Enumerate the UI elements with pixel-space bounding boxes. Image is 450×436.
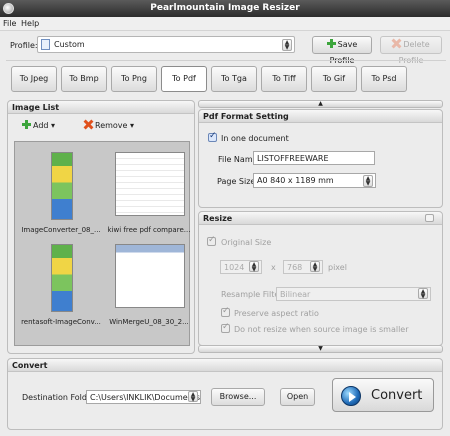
chevron-down-icon: ▼	[318, 345, 323, 352]
unit-select[interactable]: pixel	[328, 263, 347, 272]
format-png-button[interactable]: To Png	[111, 66, 157, 92]
list-item[interactable]: rentasoft-ImageConv...	[17, 240, 101, 332]
plus-icon	[326, 39, 336, 48]
list-item[interactable]: WinMergeU_08_30_2...	[105, 240, 189, 332]
page-size-value: A0 840 x 1189 mm	[257, 176, 334, 185]
profile-value: Custom	[54, 40, 85, 49]
width-value: 1024	[224, 263, 245, 272]
delete-icon	[392, 39, 401, 48]
times-label: x	[271, 263, 276, 272]
height-input[interactable]: 768 ▲ ▼	[283, 260, 323, 274]
remove-label: Remove	[95, 121, 128, 130]
format-jpeg-button[interactable]: To Jpeg	[11, 66, 57, 92]
convert-icon	[341, 386, 361, 406]
preserve-aspect-checkbox[interactable]	[221, 306, 230, 317]
collapse-down-handle[interactable]: ▼	[198, 345, 443, 353]
image-thumbnail	[115, 152, 185, 216]
remove-icon	[84, 120, 93, 129]
page-size-label: Page Size:	[217, 177, 259, 186]
one-document-label: In one document	[221, 134, 289, 143]
profile-label: Profile:	[10, 41, 38, 50]
menu-bar: File Help	[0, 17, 450, 31]
image-thumbnail-grid[interactable]: ImageConverter_08_... kiwi free pdf comp…	[14, 141, 190, 346]
convert-label: Convert	[371, 388, 423, 403]
list-item[interactable]: ImageConverter_08_...	[17, 148, 101, 240]
chevron-up-icon: ▲	[318, 100, 323, 107]
image-list-title: Image List	[8, 101, 194, 114]
width-input[interactable]: 1024 ▲ ▼	[220, 260, 262, 274]
chevron-down-icon: ▾	[51, 121, 56, 130]
original-size-label: Original Size	[221, 238, 272, 247]
resample-select[interactable]: Bilinear ▲ ▼	[276, 287, 431, 301]
destination-folder-select[interactable]: C:\Users\INKLIK\Documents ▲ ▼	[86, 390, 201, 404]
destination-folder-value: C:\Users\INKLIK\Documents	[90, 393, 201, 402]
image-caption: ImageConverter_08_...	[21, 226, 101, 234]
no-small-resize-label: Do not resize when source image is small…	[234, 325, 409, 334]
image-caption: rentasoft-ImageConv...	[21, 318, 101, 326]
preserve-aspect-label: Preserve aspect ratio	[234, 309, 319, 318]
format-pdf-button[interactable]: To Pdf	[161, 66, 207, 92]
spinner-arrows-icon: ▲ ▼	[282, 39, 292, 51]
save-profile-button[interactable]: Save Profile	[312, 36, 372, 65]
window-title: Pearlmountain Image Resizer	[150, 3, 300, 13]
spinner-arrows-icon: ▲ ▼	[249, 261, 259, 273]
add-label: Add	[33, 121, 49, 130]
plus-icon	[22, 120, 31, 129]
menu-help[interactable]: Help	[21, 19, 39, 28]
format-tga-button[interactable]: To Tga	[211, 66, 257, 92]
menu-file[interactable]: File	[3, 19, 16, 28]
delete-profile-button[interactable]: Delete Profile	[380, 36, 442, 65]
spinner-arrows-icon: ▲ ▼	[188, 391, 198, 403]
resize-title: Resize	[199, 212, 442, 225]
format-toolbar: To Jpeg To Bmp To Png To Pdf To Tga To T…	[6, 60, 446, 92]
convert-button[interactable]: Convert	[332, 378, 434, 412]
open-button[interactable]: Open	[280, 388, 315, 406]
add-button[interactable]: Add ▾	[22, 120, 72, 134]
title-bar: Pearlmountain Image Resizer	[0, 0, 450, 17]
resample-value: Bilinear	[280, 290, 311, 299]
image-caption: kiwi free pdf compare...	[107, 226, 191, 234]
pdf-settings-title: Pdf Format Setting	[199, 110, 442, 123]
one-document-checkbox[interactable]	[208, 131, 217, 142]
spinner-arrows-icon: ▲ ▼	[418, 288, 428, 300]
file-name-input[interactable]: LISTOFFREEWARE	[253, 151, 375, 165]
no-small-resize-checkbox[interactable]	[221, 322, 230, 333]
browse-button[interactable]: Browse...	[211, 388, 265, 406]
document-icon	[41, 39, 50, 50]
profile-select[interactable]: Custom ▲ ▼	[37, 36, 295, 53]
height-value: 768	[287, 263, 303, 272]
image-thumbnail	[115, 244, 185, 308]
format-psd-button[interactable]: To Psd	[361, 66, 407, 92]
format-tiff-button[interactable]: To Tiff	[261, 66, 307, 92]
spinner-arrows-icon: ▲ ▼	[310, 261, 320, 273]
image-thumbnail	[51, 152, 73, 220]
convert-title: Convert	[8, 359, 442, 372]
remove-button[interactable]: Remove ▾	[84, 120, 144, 134]
format-gif-button[interactable]: To Gif	[311, 66, 357, 92]
image-caption: WinMergeU_08_30_2...	[109, 318, 189, 326]
original-size-checkbox[interactable]	[207, 235, 216, 246]
page-size-select[interactable]: A0 840 x 1189 mm ▲ ▼	[253, 173, 376, 188]
list-item[interactable]: kiwi free pdf compare...	[105, 148, 190, 240]
image-thumbnail	[51, 244, 73, 312]
spinner-arrows-icon: ▲ ▼	[363, 175, 373, 187]
collapse-section-icon[interactable]	[425, 214, 434, 222]
collapse-up-handle[interactable]: ▲	[198, 100, 443, 108]
chevron-down-icon: ▾	[130, 121, 135, 130]
format-bmp-button[interactable]: To Bmp	[61, 66, 107, 92]
